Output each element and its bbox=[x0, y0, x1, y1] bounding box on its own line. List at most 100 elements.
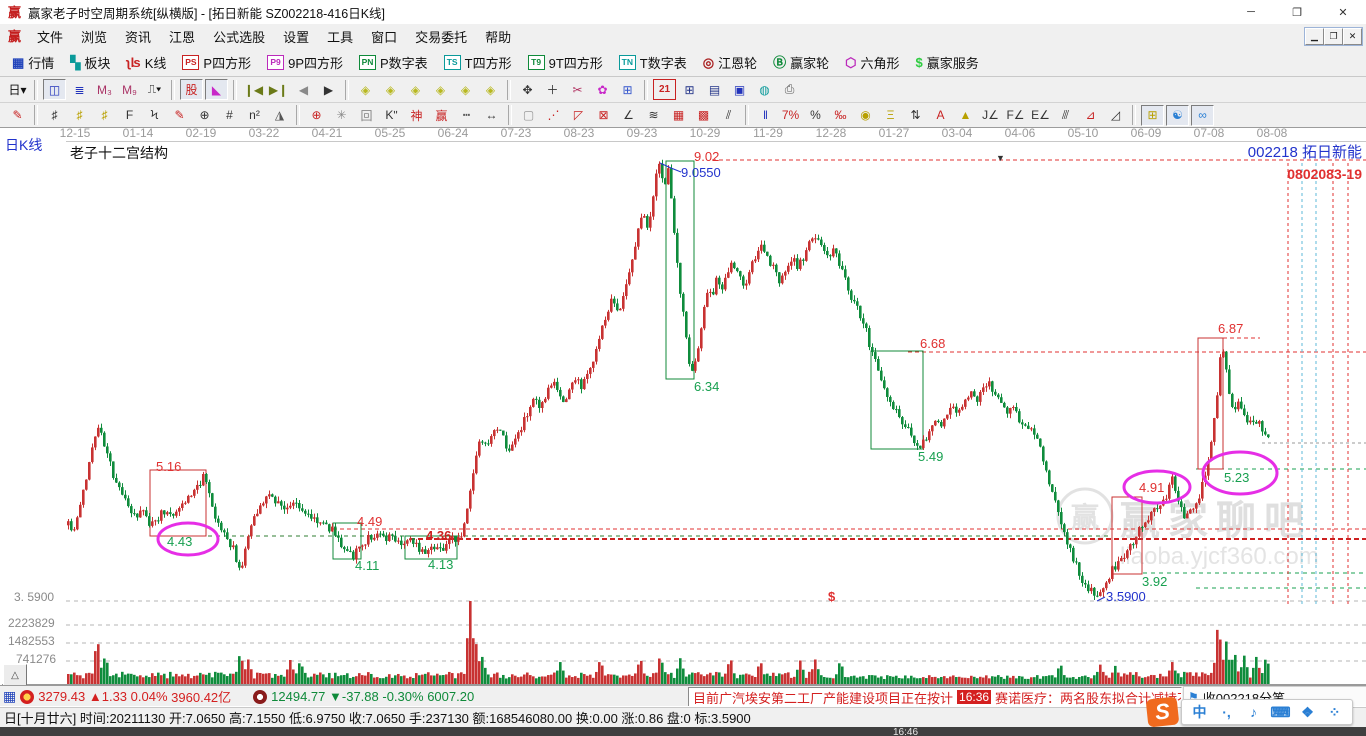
info-list-icon[interactable]: ≣ bbox=[68, 79, 91, 100]
t-number-table-button[interactable]: TNT数字表 bbox=[611, 51, 695, 75]
expand-all-icon[interactable]: ◈ bbox=[454, 79, 477, 100]
hand-tool-icon[interactable]: ✥ bbox=[516, 79, 539, 100]
last-bar-icon[interactable]: ▶❙ bbox=[267, 79, 290, 100]
prev-bar-icon[interactable]: ◀ bbox=[292, 79, 315, 100]
quotes-button[interactable]: ▦行情 bbox=[4, 51, 62, 75]
next-bar-icon[interactable]: ▶ bbox=[317, 79, 340, 100]
golden-triangle-icon[interactable]: ▲ bbox=[954, 105, 977, 126]
calculator-icon[interactable]: ⊞ bbox=[678, 79, 701, 100]
ime-punctuation[interactable]: ·, bbox=[1213, 702, 1240, 722]
hexagon-button[interactable]: ⬡六角形 bbox=[837, 51, 907, 75]
menu-1[interactable]: 浏览 bbox=[72, 24, 116, 49]
box-tool-icon[interactable]: ▢ bbox=[517, 105, 540, 126]
menu-3[interactable]: 江恩 bbox=[160, 24, 204, 49]
9t-square-button[interactable]: T99T四方形 bbox=[520, 51, 611, 75]
f-angle-icon[interactable]: F∠ bbox=[1004, 105, 1027, 126]
menu-7[interactable]: 窗口 bbox=[362, 24, 406, 49]
e-angle-icon[interactable]: E∠ bbox=[1029, 105, 1052, 126]
export-chart-icon[interactable]: ◍ bbox=[753, 79, 776, 100]
ime-logo-icon[interactable]: S bbox=[1146, 696, 1180, 727]
maximize-button[interactable]: ❐ bbox=[1274, 0, 1320, 24]
golden-grid2-icon[interactable]: ♯ bbox=[93, 105, 116, 126]
golden-level-icon[interactable]: Ξ bbox=[879, 105, 902, 126]
ying-tool-icon[interactable]: 赢 bbox=[430, 105, 453, 126]
compress-h-icon[interactable]: ◈ bbox=[429, 79, 452, 100]
mdi-minimize-button[interactable]: ▁ bbox=[1305, 28, 1324, 45]
spiral-icon[interactable]: Ϟ bbox=[143, 105, 166, 126]
mdi-close-button[interactable]: ✕ bbox=[1343, 28, 1362, 45]
parallel-lines-icon[interactable]: ⫽ bbox=[717, 105, 740, 126]
measure-h-icon[interactable]: ↔ bbox=[480, 105, 503, 126]
golden-circle-icon[interactable]: ◉ bbox=[854, 105, 877, 126]
menu-8[interactable]: 交易委托 bbox=[406, 24, 476, 49]
minimize-button[interactable]: ─ bbox=[1228, 0, 1274, 24]
starburst-icon[interactable]: ✳ bbox=[330, 105, 353, 126]
kline-button[interactable]: ʅʪK线 bbox=[118, 51, 174, 75]
kline-svg[interactable]: 赢赢家聊吧liaoba.yjcf360.com12-1501-1402-1903… bbox=[0, 128, 1366, 685]
calendar-icon[interactable]: 21 bbox=[653, 79, 676, 100]
first-bar-icon[interactable]: ❙◀ bbox=[242, 79, 265, 100]
draw-brush-icon[interactable]: ✎ bbox=[168, 105, 191, 126]
target-icon[interactable]: ⊕ bbox=[305, 105, 328, 126]
gann-wheel-button[interactable]: ◎江恩轮 bbox=[695, 51, 765, 75]
angle-line-icon[interactable]: ∠ bbox=[617, 105, 640, 126]
square-spiral-icon[interactable]: 回 bbox=[355, 105, 378, 126]
percent-icon[interactable]: % bbox=[804, 105, 827, 126]
crosshair-tool-icon[interactable]: ＋ bbox=[541, 79, 564, 100]
gann-angle-icon[interactable]: ⊿ bbox=[1079, 105, 1102, 126]
menu-0[interactable]: 文件 bbox=[28, 24, 72, 49]
grid-small-icon[interactable]: # bbox=[218, 105, 241, 126]
shift-right-icon[interactable]: ◈ bbox=[379, 79, 402, 100]
gann-a-icon[interactable]: A bbox=[929, 105, 952, 126]
save-icon[interactable]: ▣ bbox=[728, 79, 751, 100]
sh-index-value[interactable]: 3279.43 bbox=[38, 689, 85, 704]
mdi-restore-button[interactable]: ❐ bbox=[1324, 28, 1343, 45]
menu-9[interactable]: 帮助 bbox=[476, 24, 520, 49]
ime-lang-toggle[interactable]: 中 bbox=[1186, 702, 1213, 722]
news-ticker[interactable]: 目前广汽埃安第二工厂产能建设项目正在按计 16:36 赛诺医疗：两名股东拟合计减… bbox=[688, 687, 1182, 707]
menu-2[interactable]: 资讯 bbox=[116, 24, 160, 49]
cycle-structure-toggle-icon[interactable]: ◫ bbox=[43, 79, 66, 100]
menu-6[interactable]: 工具 bbox=[318, 24, 362, 49]
arc-tool-icon[interactable]: ◿ bbox=[1104, 105, 1127, 126]
taichi-icon[interactable]: ☯ bbox=[1166, 105, 1189, 126]
pane-9-icon[interactable]: M₉ bbox=[118, 79, 141, 100]
price-arrow-icon[interactable]: ⇅ bbox=[904, 105, 927, 126]
panel-layout-icon[interactable]: ⊞ bbox=[616, 79, 639, 100]
sz-index-value[interactable]: 12494.77 bbox=[271, 689, 325, 704]
expand-h-icon[interactable]: ◈ bbox=[404, 79, 427, 100]
menu-4[interactable]: 公式选股 bbox=[204, 24, 274, 49]
ime-toolbox-icon[interactable]: ⁘ bbox=[1321, 702, 1348, 722]
fit-all-icon[interactable]: ◈ bbox=[479, 79, 502, 100]
gann-circle-icon[interactable]: ⊕ bbox=[193, 105, 216, 126]
p-square-button[interactable]: PSP四方形 bbox=[174, 51, 259, 75]
ime-voice-icon[interactable]: ♪ bbox=[1240, 702, 1267, 722]
k-mark-icon[interactable]: Kʺ bbox=[380, 105, 403, 126]
grid-red-icon[interactable]: ▦ bbox=[667, 105, 690, 126]
t-square-button[interactable]: TST四方形 bbox=[436, 51, 520, 75]
gann-grid-icon[interactable]: ♯ bbox=[43, 105, 66, 126]
p-number-table-button[interactable]: PNP数字表 bbox=[351, 51, 436, 75]
volume-scale-button[interactable]: △ bbox=[3, 664, 27, 686]
9p-square-button[interactable]: P99P四方形 bbox=[259, 51, 351, 75]
winner-service-button[interactable]: $赢家服务 bbox=[908, 51, 987, 75]
pane-3-icon[interactable]: M₃ bbox=[93, 79, 116, 100]
fan-grid-icon[interactable]: ◸ bbox=[567, 105, 590, 126]
close-button[interactable]: ✕ bbox=[1320, 0, 1366, 24]
box-x-icon[interactable]: ⊠ bbox=[592, 105, 615, 126]
grid-dense-icon[interactable]: ▩ bbox=[692, 105, 715, 126]
news-item[interactable]: 目前广汽埃安第二工厂产能建设项目正在按计 bbox=[693, 688, 953, 707]
cut-tool-icon[interactable]: ✂ bbox=[566, 79, 589, 100]
shen-tool-icon[interactable]: 神 bbox=[405, 105, 428, 126]
kline-chart-canvas[interactable]: 赢赢家聊吧liaoba.yjcf360.com12-1501-1402-1903… bbox=[0, 128, 1366, 685]
fan-lines-icon[interactable]: ⋰ bbox=[542, 105, 565, 126]
percent-line-icon[interactable]: ‰ bbox=[829, 105, 852, 126]
channel-icon[interactable]: ǁ bbox=[754, 105, 777, 126]
grid-yellow-icon[interactable]: ⊞ bbox=[1141, 105, 1164, 126]
draw-knife-icon[interactable]: ✎ bbox=[6, 105, 29, 126]
stock-structure-icon[interactable]: 股 bbox=[180, 79, 203, 100]
shanghai-index-icon[interactable] bbox=[20, 690, 34, 704]
speed-line-icon[interactable]: ⫻ bbox=[1054, 105, 1077, 126]
color-chart-icon[interactable]: ◣ bbox=[205, 79, 228, 100]
shenzhen-index-icon[interactable] bbox=[253, 690, 267, 704]
